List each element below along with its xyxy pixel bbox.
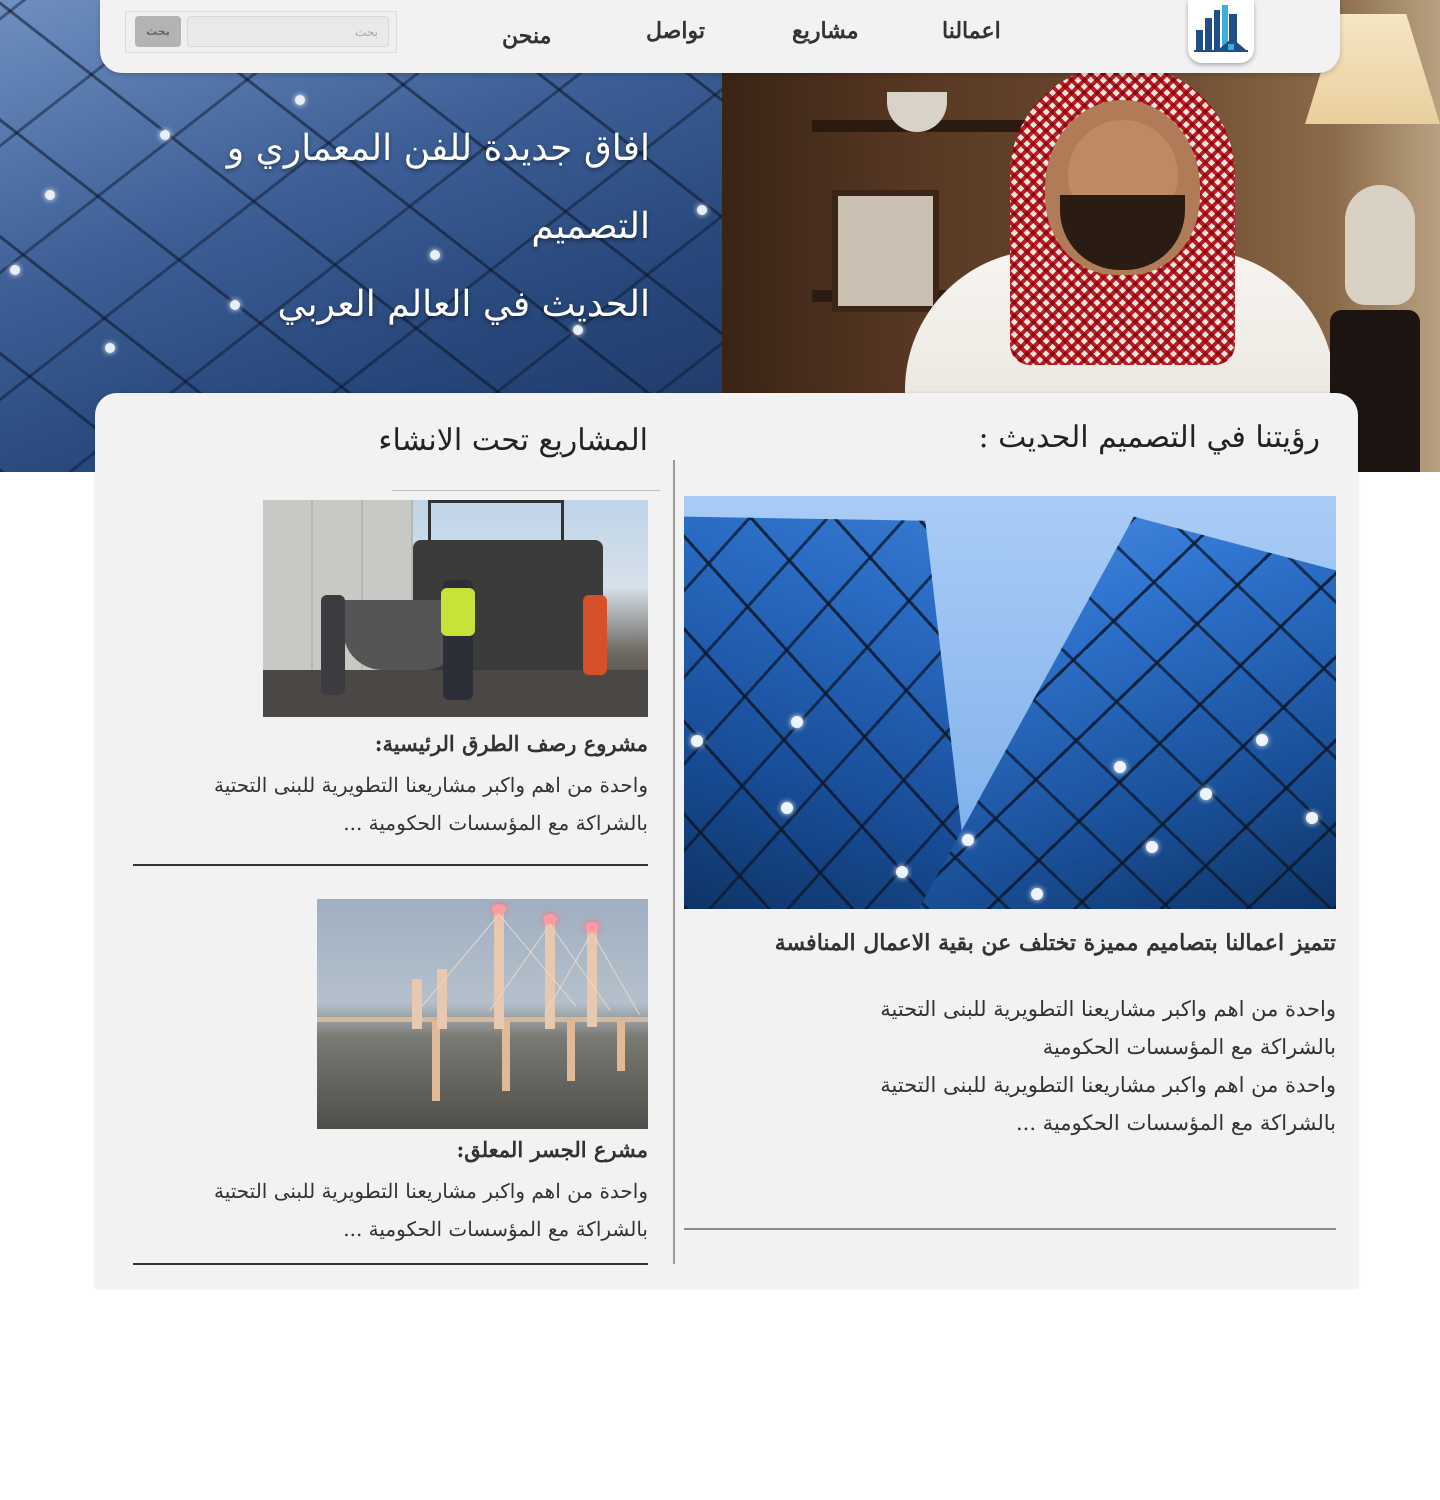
company-logo[interactable]: [1188, 0, 1254, 63]
vision-heading: رؤيتنا في التصميم الحديث :: [978, 420, 1320, 455]
project-1-divider: [133, 864, 648, 866]
road-paving-image[interactable]: [263, 500, 648, 717]
projects-heading-underline: [392, 490, 660, 491]
search-input[interactable]: [187, 16, 389, 47]
nav-link-about[interactable]: منحن: [502, 23, 551, 49]
vision-subheading: تتميز اعمالنا بتصاميم مميزة تختلف عن بقي…: [774, 930, 1336, 956]
vision-body: واحدة من اهم واكبر مشاريعنا التطويرية لل…: [880, 997, 1336, 1135]
project-1-description: واحدة من اهم واكبر مشاريعنا التطويرية لل…: [213, 773, 648, 835]
top-navbar: اعمالنا مشاريع تواصل منحن بحث: [100, 0, 1340, 73]
building-logo-icon: [1194, 5, 1248, 52]
project-2-title[interactable]: مشرع الجسر المعلق:: [317, 1137, 648, 1162]
vision-building-image: [684, 496, 1336, 909]
nav-link-contact[interactable]: تواصل: [646, 18, 705, 44]
hero-title: افاق جديدة للفن المعماري و التصميم الحدي…: [226, 128, 650, 325]
project-1-title[interactable]: مشروع رصف الطرق الرئيسية:: [263, 731, 648, 756]
search-box: بحث: [125, 11, 397, 53]
search-button[interactable]: بحث: [135, 16, 181, 47]
nav-link-our-work[interactable]: اعمالنا: [942, 18, 1001, 44]
nav-link-projects[interactable]: مشاريع: [792, 18, 859, 44]
suspension-bridge-image[interactable]: [317, 899, 648, 1129]
lamp-base: [1345, 185, 1415, 305]
project-2-divider: [133, 1263, 648, 1265]
projects-heading: المشاريع تحت الانشاء: [378, 423, 648, 458]
vision-bottom-divider: [684, 1228, 1336, 1230]
project-2-description: واحدة من اهم واكبر مشاريعنا التطويرية لل…: [213, 1179, 648, 1241]
column-divider: [673, 460, 675, 1264]
